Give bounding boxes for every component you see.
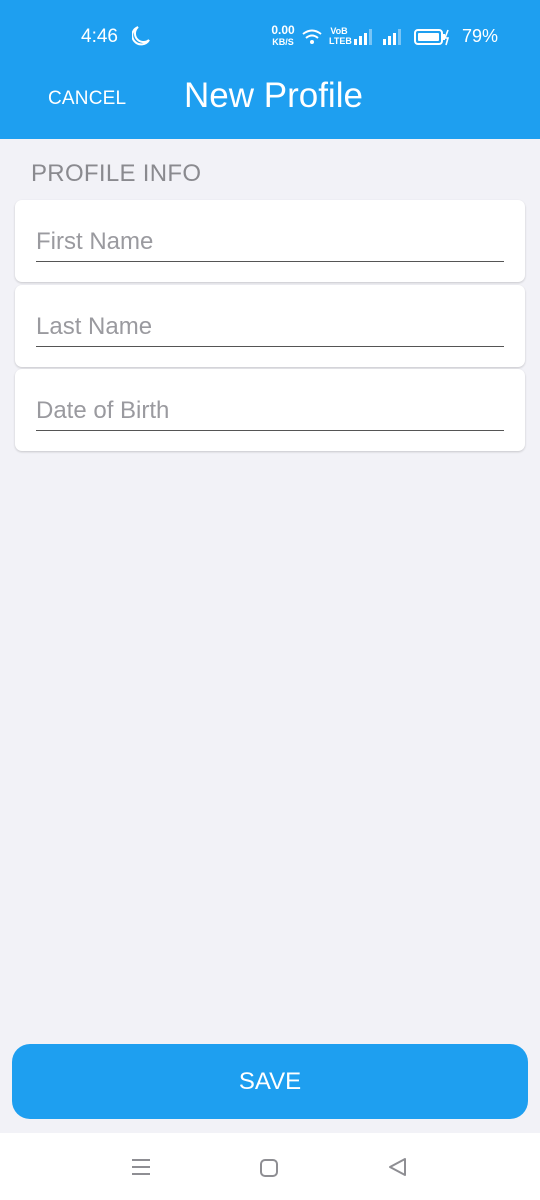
battery-percent: 79% [462, 26, 499, 46]
section-title-profile-info: PROFILE INFO [31, 160, 202, 187]
page-title: New Profile [184, 76, 363, 115]
save-button[interactable]: SAVE [12, 1044, 528, 1119]
volte-indicator: VoB LTEB [329, 26, 352, 48]
date-of-birth-card [15, 369, 525, 451]
first-name-field[interactable] [36, 222, 504, 262]
menu-icon[interactable] [130, 1157, 152, 1177]
signal-icon [383, 29, 401, 45]
last-name-card [15, 285, 525, 367]
cancel-button[interactable]: CANCEL [48, 86, 126, 112]
wifi-icon [302, 29, 322, 44]
back-icon[interactable] [386, 1156, 408, 1178]
moon-icon [132, 26, 150, 46]
volte-top-label: VoB [330, 26, 348, 36]
network-speed-unit: KB/S [272, 37, 294, 47]
app-bar: 4:46 0.00 KB/S VoB LTEB 79% CANCEL New P… [0, 0, 540, 139]
status-time: 4:46 [81, 26, 118, 47]
network-speed-value: 0.00 [271, 23, 295, 37]
signal-icon [354, 29, 372, 45]
first-name-card [15, 200, 525, 282]
battery-charging-icon [414, 29, 450, 46]
last-name-field[interactable] [36, 307, 504, 347]
date-of-birth-field[interactable] [36, 391, 504, 431]
volte-bottom-label: LTEB [329, 36, 352, 46]
system-nav-bar [0, 1133, 540, 1200]
network-speed: 0.00 KB/S [267, 23, 299, 49]
home-icon[interactable] [258, 1157, 280, 1179]
status-bar: 4:46 0.00 KB/S VoB LTEB 79% [0, 0, 540, 72]
